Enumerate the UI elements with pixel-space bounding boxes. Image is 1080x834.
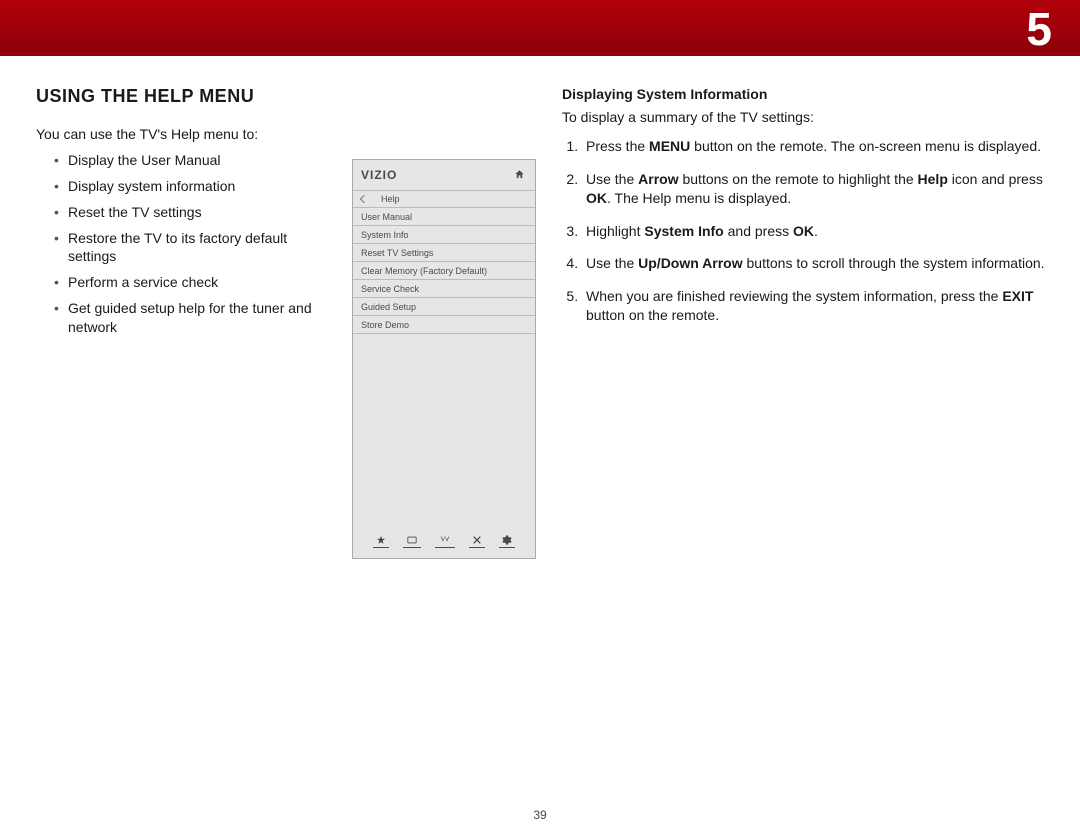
menu-item: Store Demo [353,316,535,334]
star-icon [373,534,389,548]
step-item: When you are finished reviewing the syst… [582,287,1048,325]
menu-item: Clear Memory (Factory Default) [353,262,535,280]
menu-item: Service Check [353,280,535,298]
step-item: Use the Up/Down Arrow buttons to scroll … [582,254,1048,273]
step-item: Highlight System Info and press OK. [582,222,1048,241]
intro-text: You can use the TV's Help menu to: [36,125,326,144]
list-item: Perform a service check [54,273,326,292]
list-item: Restore the TV to its factory default se… [54,229,326,267]
menu-item: System Info [353,226,535,244]
page-number: 39 [0,808,1080,822]
menu-item: Guided Setup [353,298,535,316]
step-item: Press the MENU button on the remote. The… [582,137,1048,156]
chapter-number: 5 [1026,2,1052,56]
list-item: Reset the TV settings [54,203,326,222]
brand-logo: VIZIO [361,168,397,182]
section-title: USING THE HELP MENU [36,86,326,107]
v-icon [435,534,455,548]
chapter-banner: 5 [0,0,1080,56]
subheading: Displaying System Information [562,86,1048,102]
back-icon [360,195,368,203]
menu-item: User Manual [353,208,535,226]
close-icon [469,534,485,548]
menu-item: Reset TV Settings [353,244,535,262]
menu-footer-icons [353,534,535,548]
steps-list: Press the MENU button on the remote. The… [562,137,1048,325]
home-icon [514,169,525,180]
bullet-list: Display the User Manual Display system i… [36,151,326,337]
help-menu-screenshot: VIZIO Help User Manual System Info Reset… [352,159,536,559]
menu-title-row: Help [353,190,535,208]
step-item: Use the Arrow buttons on the remote to h… [582,170,1048,208]
menu-title: Help [381,194,400,204]
list-item: Display system information [54,177,326,196]
cc-icon [403,534,421,548]
sub-lead: To display a summary of the TV settings: [562,108,1048,127]
gear-icon [499,534,515,548]
list-item: Display the User Manual [54,151,326,170]
list-item: Get guided setup help for the tuner and … [54,299,326,337]
